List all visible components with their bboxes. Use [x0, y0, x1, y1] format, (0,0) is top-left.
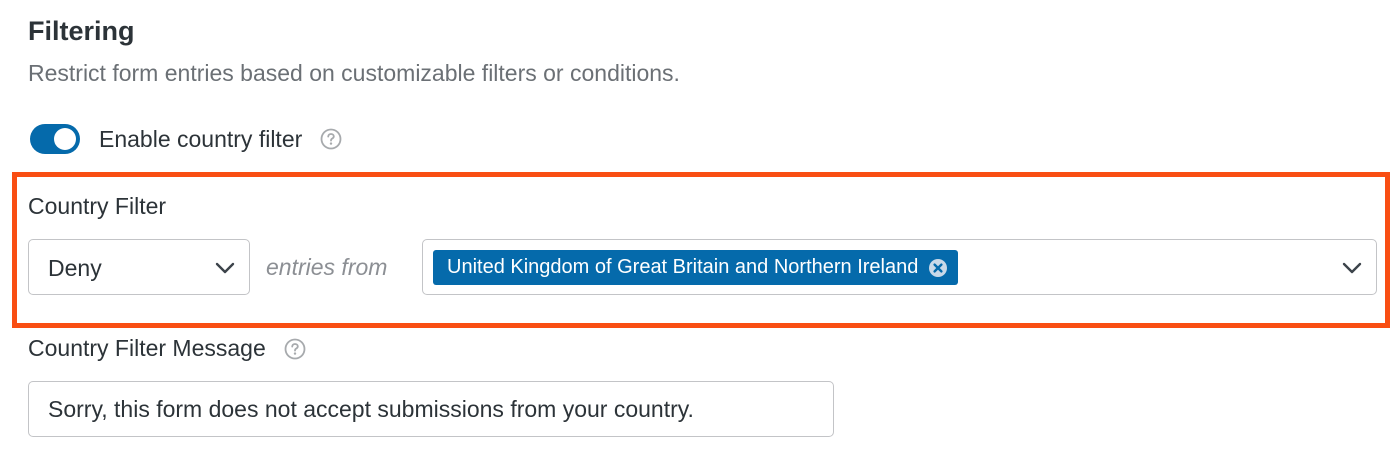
country-tag: United Kingdom of Great Britain and Nort…: [433, 250, 959, 285]
enable-country-filter-label: Enable country filter: [99, 125, 303, 152]
entries-from-text: entries from: [266, 254, 388, 280]
question-circle-icon[interactable]: [320, 128, 342, 150]
chevron-down-icon: [215, 262, 235, 274]
close-circle-icon[interactable]: [928, 258, 948, 278]
section-title: Filtering: [28, 16, 135, 46]
country-filter-toggle-row: Enable country filter: [30, 122, 342, 156]
enable-country-filter-toggle[interactable]: [30, 124, 80, 154]
country-filter-label: Country Filter: [28, 193, 167, 219]
country-filter-message-label-row: Country Filter Message: [28, 335, 306, 362]
question-circle-icon[interactable]: [284, 338, 306, 360]
filter-mode-select[interactable]: Deny: [28, 239, 250, 295]
country-filter-message-label: Country Filter Message: [28, 335, 266, 361]
chevron-down-icon[interactable]: [1342, 262, 1362, 274]
filtering-settings-panel: Filtering Restrict form entries based on…: [0, 0, 1400, 458]
countries-multiselect[interactable]: United Kingdom of Great Britain and Nort…: [422, 239, 1377, 295]
toggle-knob: [54, 128, 76, 150]
section-description: Restrict form entries based on customiza…: [28, 60, 680, 86]
country-tag-label: United Kingdom of Great Britain and Nort…: [447, 256, 919, 278]
country-filter-message-input[interactable]: [28, 381, 834, 437]
filter-mode-value: Deny: [48, 255, 102, 281]
